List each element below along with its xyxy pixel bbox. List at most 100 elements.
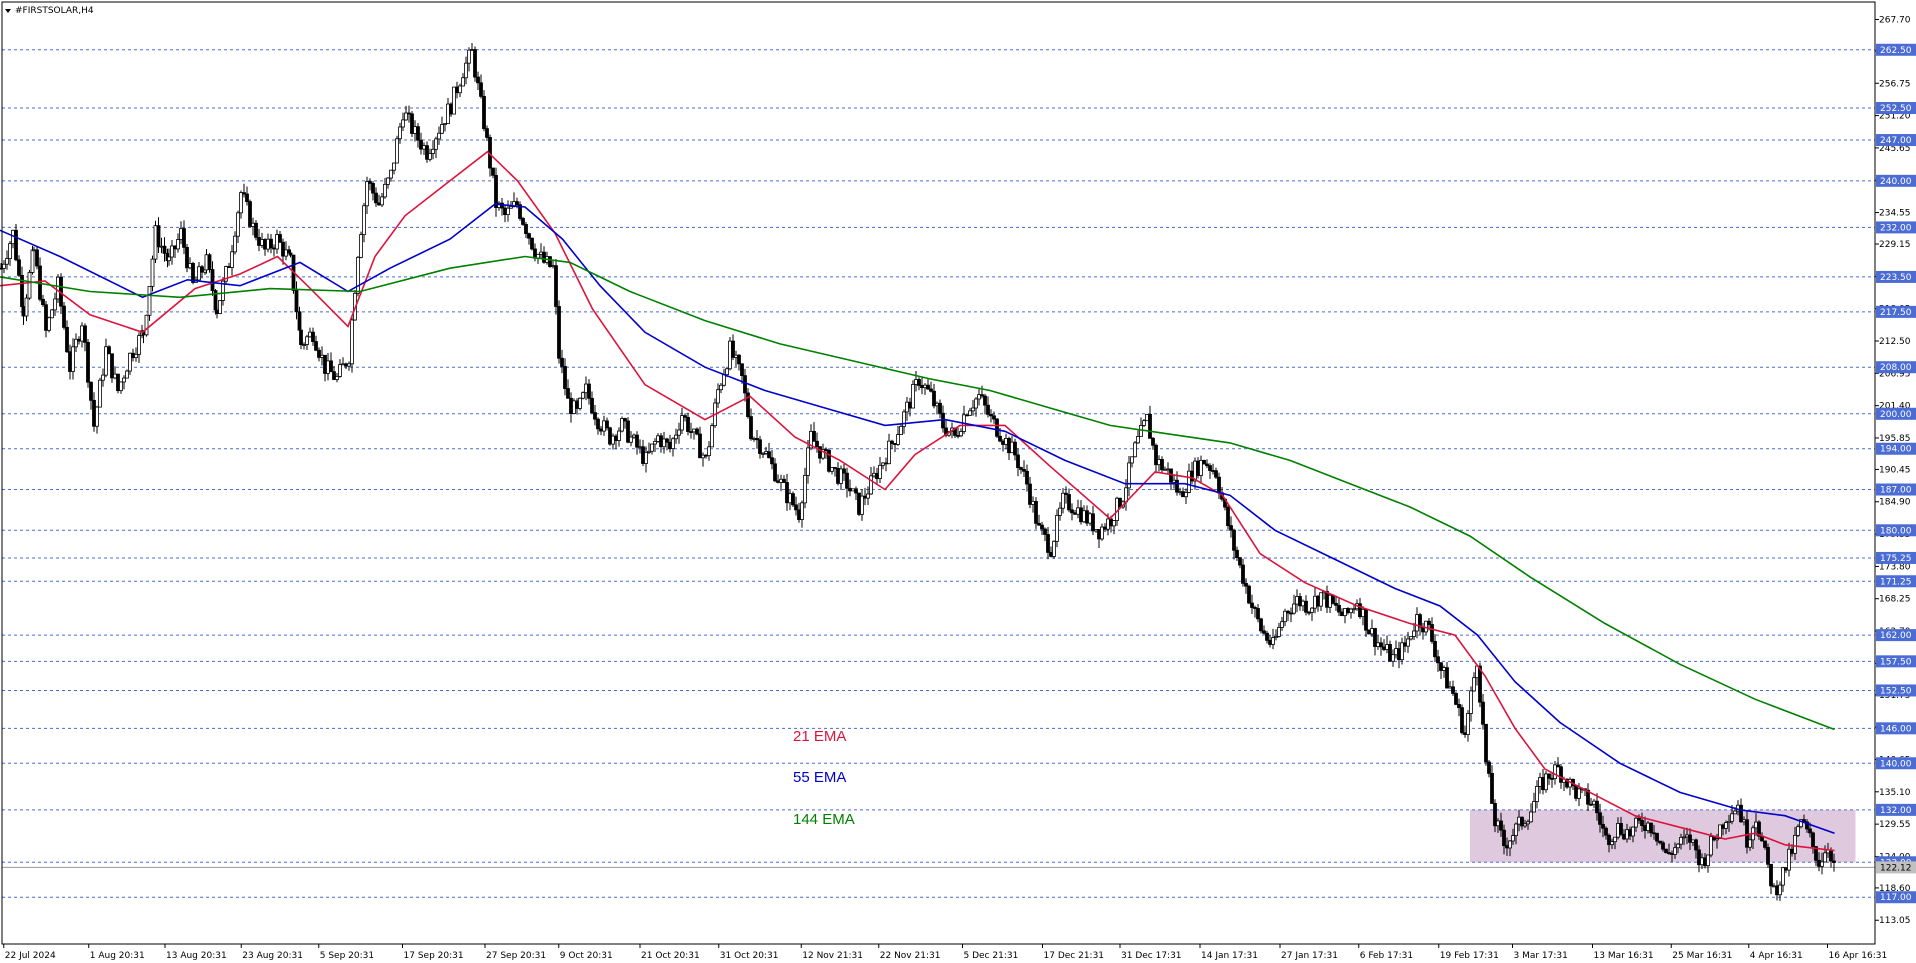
level-price-tag: 132.00 [1876, 803, 1916, 816]
candle [608, 426, 612, 446]
svg-text:140.00: 140.00 [1880, 759, 1912, 769]
svg-text:232.00: 232.00 [1880, 223, 1912, 233]
y-tick-label: 195.85 [1879, 434, 1911, 444]
candle [710, 423, 714, 448]
candle [254, 219, 258, 241]
svg-text:208.00: 208.00 [1880, 363, 1912, 373]
candle [144, 314, 149, 337]
candle [218, 300, 222, 315]
ema-label: 55 EMA [793, 769, 846, 786]
price-chart[interactable]: 21 EMA55 EMA144 EMA 267.70262.30256.7525… [0, 0, 1916, 963]
y-tick-label: 229.15 [1879, 240, 1911, 250]
y-tick-label: 267.70 [1879, 15, 1911, 25]
candle [62, 302, 66, 330]
svg-text:162.00: 162.00 [1880, 631, 1912, 641]
level-price-tag: 180.00 [1876, 524, 1916, 537]
x-tick-label: 22 Jul 2024 [5, 951, 56, 961]
x-tick-label: 4 Apr 16:31 [1750, 951, 1803, 961]
x-tick-label: 3 Mar 17:31 [1514, 951, 1568, 961]
level-price-tag: 262.50 [1876, 43, 1916, 56]
y-tick-label: 184.90 [1879, 498, 1911, 508]
candle [1145, 413, 1149, 422]
level-price-tag: 252.50 [1876, 102, 1916, 115]
candle [899, 424, 903, 435]
candle [554, 258, 558, 315]
level-price-tag: 146.00 [1876, 722, 1916, 735]
level-price-tag: 175.25 [1876, 551, 1916, 564]
candle [356, 255, 360, 297]
candle [86, 339, 90, 388]
svg-text:132.00: 132.00 [1880, 806, 1912, 816]
y-tick-label: 212.50 [1879, 337, 1911, 347]
level-price-tag: 117.00 [1876, 891, 1916, 904]
y-tick-label: 190.45 [1879, 465, 1911, 475]
candle [452, 86, 456, 115]
x-tick-label: 22 Nov 21:31 [880, 951, 941, 961]
symbol-timeframe-label: #FIRSTSOLAR,H4 [15, 6, 94, 16]
candle [56, 274, 60, 304]
candle [482, 90, 486, 132]
x-tick-label: 27 Sep 20:31 [486, 951, 546, 961]
candle [827, 448, 831, 473]
y-tick-label: 113.05 [1879, 916, 1911, 926]
level-price-tag: 217.50 [1876, 305, 1916, 318]
candle [185, 243, 189, 273]
candle [125, 369, 129, 379]
candle [1544, 771, 1548, 793]
candle [98, 377, 102, 408]
candle [1259, 617, 1263, 634]
x-tick-label: 27 Jan 17:31 [1281, 951, 1338, 961]
level-price-tag: 200.00 [1876, 407, 1916, 420]
svg-text:117.00: 117.00 [1880, 893, 1912, 903]
x-tick-label: 23 Aug 20:31 [242, 951, 303, 961]
svg-text:146.00: 146.00 [1880, 724, 1912, 734]
x-tick-label: 17 Dec 21:31 [1044, 951, 1105, 961]
candle [911, 380, 915, 409]
candle [147, 286, 152, 321]
level-price-tag: 171.25 [1876, 575, 1916, 588]
candle [207, 253, 212, 273]
candle [557, 300, 561, 364]
x-tick-label: 13 Aug 20:31 [166, 951, 227, 961]
svg-text:217.50: 217.50 [1880, 308, 1912, 318]
svg-text:175.25: 175.25 [1880, 554, 1912, 564]
candle [410, 111, 414, 138]
y-tick-label: 135.10 [1879, 788, 1911, 798]
level-price-tag: 232.00 [1876, 221, 1916, 234]
x-tick-label: 14 Jan 17:31 [1201, 951, 1258, 961]
candle [473, 46, 477, 82]
x-tick-label: 9 Oct 20:31 [560, 951, 613, 961]
x-tick-label: 31 Oct 20:31 [720, 951, 779, 961]
x-tick-label: 12 Nov 21:31 [802, 951, 863, 961]
x-tick-label: 31 Dec 17:31 [1121, 951, 1182, 961]
svg-text:157.50: 157.50 [1880, 657, 1912, 667]
x-tick-label: 5 Dec 21:31 [964, 951, 1019, 961]
candle [521, 216, 525, 226]
x-tick-label: 5 Sep 20:31 [320, 951, 374, 961]
level-price-tag: 157.50 [1876, 655, 1916, 668]
candle [851, 488, 855, 492]
candle [1484, 723, 1488, 766]
candle [50, 309, 54, 319]
candle [626, 417, 630, 444]
svg-text:240.00: 240.00 [1880, 177, 1912, 187]
candle [153, 220, 158, 264]
x-tick-label: 17 Sep 20:31 [404, 951, 464, 961]
candle [857, 492, 861, 516]
level-price-tag: 247.00 [1876, 134, 1916, 147]
svg-text:152.50: 152.50 [1880, 686, 1912, 696]
level-price-tag: 152.50 [1876, 684, 1916, 697]
current-price-tag: 122.12 [1876, 861, 1916, 874]
y-tick-label: 234.55 [1879, 209, 1911, 219]
level-price-tag: 240.00 [1876, 174, 1916, 187]
candle [530, 237, 534, 251]
y-tick-label: 129.55 [1879, 820, 1911, 830]
x-tick-label: 19 Feb 17:31 [1440, 951, 1499, 961]
candle [995, 418, 999, 438]
candle [395, 135, 399, 164]
x-tick-label: 6 Feb 17:31 [1360, 951, 1413, 961]
svg-text:252.50: 252.50 [1880, 104, 1912, 114]
svg-text:194.00: 194.00 [1880, 445, 1912, 455]
candle [359, 231, 363, 259]
candle [1052, 540, 1056, 559]
